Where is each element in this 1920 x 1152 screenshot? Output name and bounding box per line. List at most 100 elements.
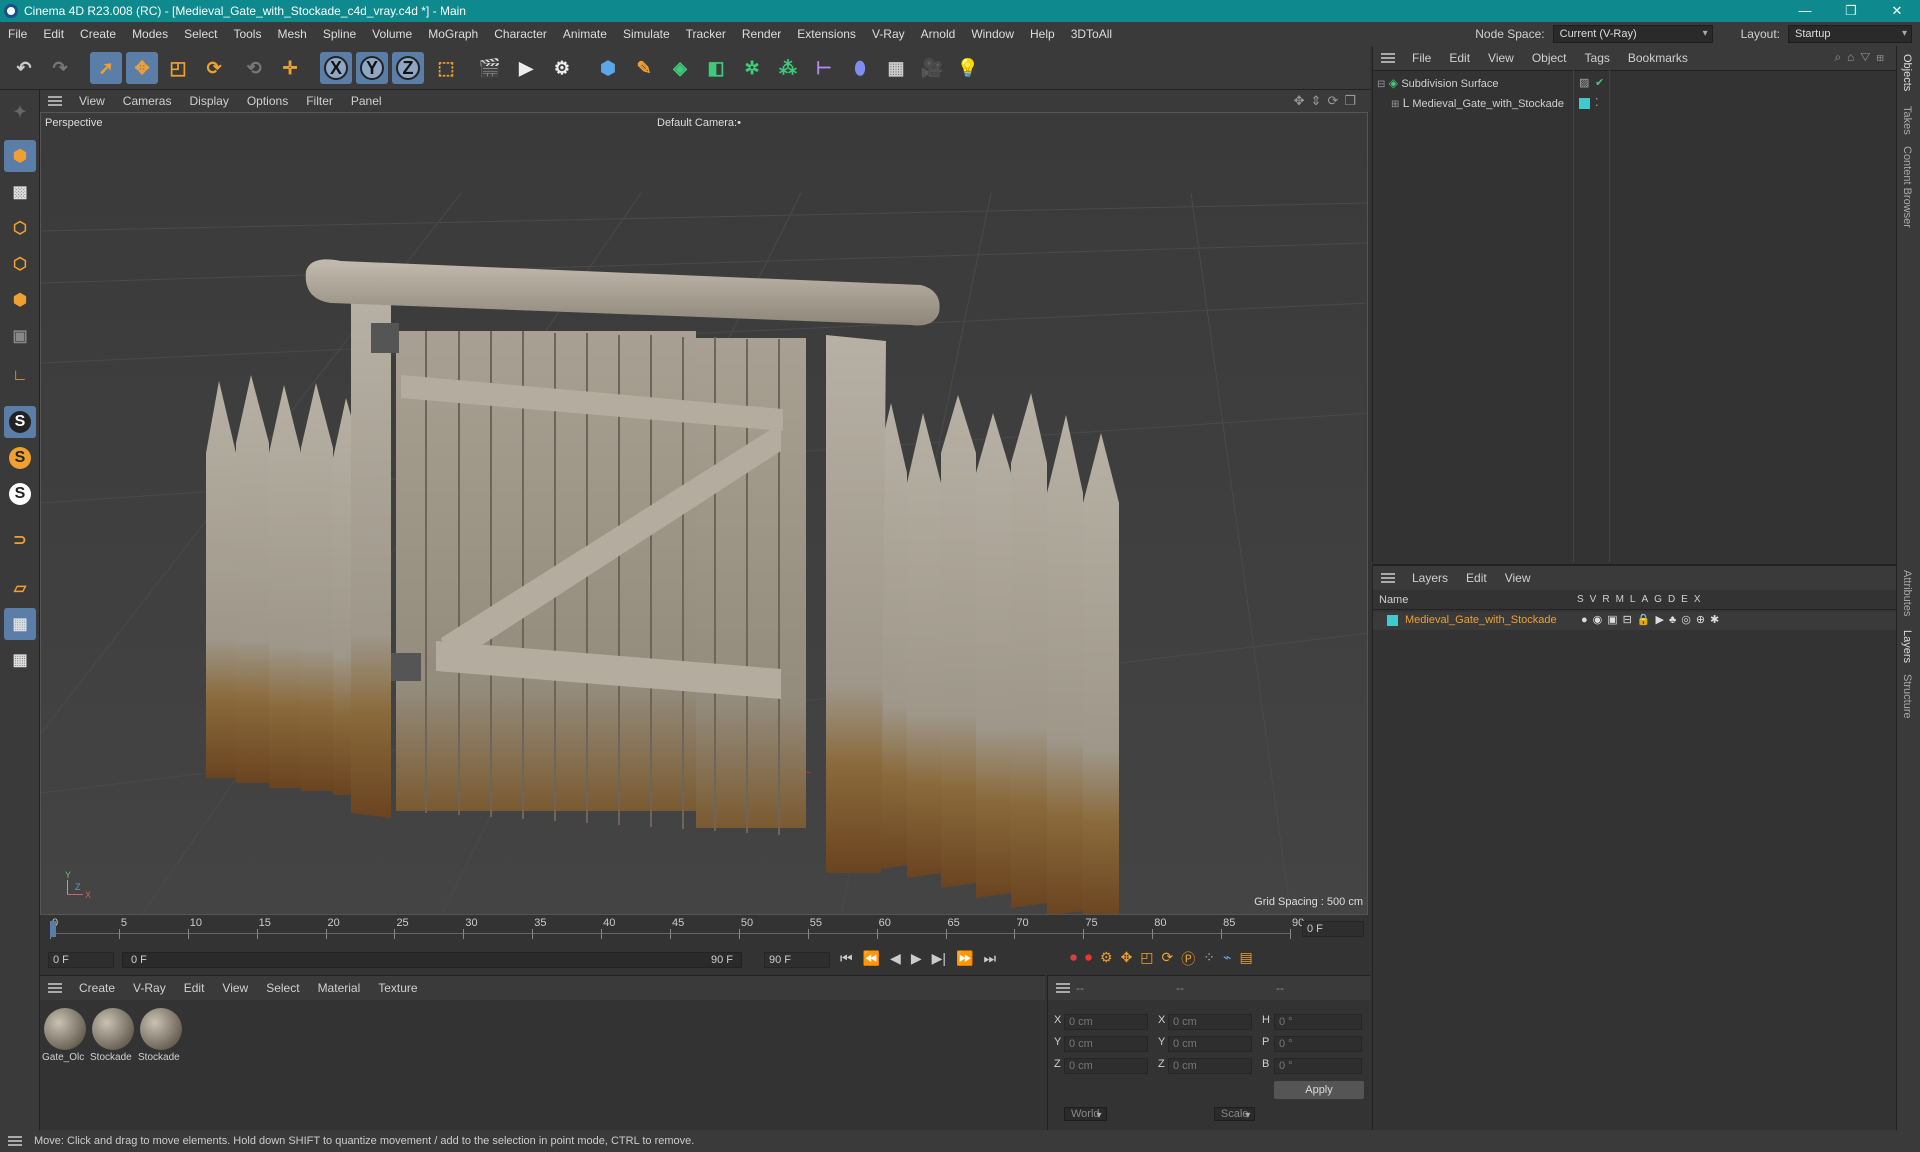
layer-col-r[interactable]: R <box>1602 594 1609 605</box>
polygons-mode-icon[interactable]: ⬢ <box>4 284 36 316</box>
quantize-button[interactable]: S <box>4 478 36 510</box>
material-menu-icon[interactable] <box>48 983 62 993</box>
menu-volume[interactable]: Volume <box>364 27 420 41</box>
recent-tool-icon[interactable]: ⟲ <box>238 52 270 84</box>
menu-animate[interactable]: Animate <box>555 27 615 41</box>
subdivision-icon[interactable]: ◈ <box>664 52 696 84</box>
next-key-icon[interactable]: ⏩ <box>956 950 973 967</box>
layer-name[interactable]: Medieval_Gate_with_Stockade <box>1405 614 1557 626</box>
prev-key-icon[interactable]: ⏪ <box>863 950 880 967</box>
menu-tracker[interactable]: Tracker <box>678 27 734 41</box>
key-scale-icon[interactable]: ◰ <box>1140 949 1153 969</box>
next-frame-icon[interactable]: ▶| <box>932 950 946 967</box>
deformer-icon[interactable]: ⊢ <box>808 52 840 84</box>
goto-end-icon[interactable]: ⏭ <box>983 950 996 967</box>
obj-menu-bookmarks[interactable]: Bookmarks <box>1619 51 1697 65</box>
enabled-check-icon[interactable]: ✔ <box>1595 76 1604 89</box>
obj-panel-icons[interactable]: ⌕⌂▽⊞ <box>1834 50 1890 65</box>
render-picture-viewer-icon[interactable]: ▶ <box>510 52 542 84</box>
uv-mode-icon[interactable]: ▣ <box>4 320 36 352</box>
node-space-select[interactable]: Current (V-Ray) <box>1552 25 1713 43</box>
timeline-icon[interactable]: ⌁ <box>1223 949 1231 969</box>
menu-modes[interactable]: Modes <box>124 27 176 41</box>
model-mode-icon[interactable]: ⬢ <box>4 140 36 172</box>
menu-extensions[interactable]: Extensions <box>789 27 864 41</box>
mat-menu-select[interactable]: Select <box>257 981 308 995</box>
vp-menu-display[interactable]: Display <box>180 94 237 108</box>
layer-col-l[interactable]: L <box>1630 594 1636 605</box>
menu-character[interactable]: Character <box>486 27 555 41</box>
tab-objects[interactable]: Objects <box>1901 54 1913 91</box>
rotation-b-field[interactable]: 0 ° <box>1274 1058 1362 1074</box>
layer-menu-layers[interactable]: Layers <box>1403 571 1457 585</box>
coord-mode-select[interactable]: World <box>1064 1107 1107 1121</box>
position-y-field[interactable]: 0 cm <box>1064 1036 1148 1052</box>
layer-menu-icon[interactable] <box>1381 573 1395 583</box>
layout-select[interactable]: Startup <box>1788 25 1912 43</box>
grid-icon[interactable]: ▦ <box>4 608 36 640</box>
current-frame-field[interactable]: 0 F <box>1302 921 1364 937</box>
maximize-button[interactable]: ❐ <box>1828 0 1874 22</box>
mat-menu-texture[interactable]: Texture <box>369 981 426 995</box>
menu-help[interactable]: Help <box>1022 27 1063 41</box>
coordinate-tool-icon[interactable]: ✛ <box>274 52 306 84</box>
vp-menu-options[interactable]: Options <box>238 94 297 108</box>
select-tool-icon[interactable]: ➚ <box>90 52 122 84</box>
minimize-button[interactable]: — <box>1782 0 1828 22</box>
key-param-icon[interactable]: Ⓟ <box>1181 949 1195 969</box>
cloner-icon[interactable]: ✲ <box>736 52 768 84</box>
move-tool-icon[interactable]: ✥ <box>126 52 158 84</box>
layer-col-g[interactable]: G <box>1654 594 1662 605</box>
menu-edit[interactable]: Edit <box>35 27 72 41</box>
menu-window[interactable]: Window <box>963 27 1022 41</box>
workplane-icon[interactable]: ▱ <box>4 572 36 604</box>
position-x-field[interactable]: 0 cm <box>1064 1014 1148 1030</box>
tab-content-browser[interactable]: Content Browser <box>1901 146 1913 228</box>
menu-spline[interactable]: Spline <box>315 27 364 41</box>
frame-range-slider[interactable]: 0 F 90 F <box>122 952 742 968</box>
material-item[interactable]: Stockade <box>138 1006 184 1070</box>
pen-spline-icon[interactable]: ✎ <box>628 52 660 84</box>
coords-menu-icon[interactable] <box>1056 983 1070 993</box>
render-view-icon[interactable]: 🎬 <box>474 52 506 84</box>
menu-create[interactable]: Create <box>72 27 124 41</box>
cube-icon[interactable]: ⬢ <box>592 52 624 84</box>
coord-size-select[interactable]: Scale <box>1213 1107 1256 1121</box>
obj-menu-object[interactable]: Object <box>1523 51 1576 65</box>
tree-item[interactable]: ⊟ ◈ Subdivision Surface ▨ ✔ <box>1377 76 1877 94</box>
size-z-field[interactable]: 0 cm <box>1168 1058 1252 1074</box>
menu-3dtoall[interactable]: 3DToAll <box>1063 27 1120 41</box>
timeline-ruler[interactable]: 051015202530354045505560657075808590 0 F <box>40 915 1370 947</box>
scale-tool-icon[interactable]: ◰ <box>162 52 194 84</box>
status-menu-icon[interactable] <box>8 1136 22 1146</box>
size-x-field[interactable]: 0 cm <box>1168 1014 1252 1030</box>
tab-takes[interactable]: Takes <box>1901 106 1913 135</box>
locked-workplane-icon[interactable]: ▦ <box>4 644 36 676</box>
tree-item[interactable]: ⊞ L Medieval_Gate_with_Stockade ⁚ <box>1391 96 1891 114</box>
material-item[interactable]: Gate_Olc <box>42 1006 88 1070</box>
menu-tools[interactable]: Tools <box>225 27 269 41</box>
extrude-icon[interactable]: ◧ <box>700 52 732 84</box>
mograph-icon[interactable]: ⁂ <box>772 52 804 84</box>
texture-mode-icon[interactable]: ▩ <box>4 176 36 208</box>
prev-frame-icon[interactable]: ◀ <box>890 950 901 967</box>
record-keys-icon[interactable]: ⏺ <box>1070 949 1077 969</box>
menu-simulate[interactable]: Simulate <box>615 27 678 41</box>
menu-mesh[interactable]: Mesh <box>269 27 314 41</box>
close-button[interactable]: ✕ <box>1874 0 1920 22</box>
vp-menu-cameras[interactable]: Cameras <box>114 94 181 108</box>
layer-col-v[interactable]: V <box>1590 594 1597 605</box>
menu-vray[interactable]: V-Ray <box>864 27 913 41</box>
axis-mode-icon[interactable]: ∟ <box>4 360 36 392</box>
field-icon[interactable]: ⬮ <box>844 52 876 84</box>
layer-color-swatch[interactable] <box>1387 615 1398 626</box>
mat-menu-vray[interactable]: V-Ray <box>124 981 175 995</box>
expand-icon[interactable]: ⊞ <box>1391 99 1399 110</box>
light-icon[interactable]: 💡 <box>952 52 984 84</box>
vp-menu-view[interactable]: View <box>70 94 114 108</box>
rotate-tool-icon[interactable]: ⟳ <box>198 52 230 84</box>
vp-menu-filter[interactable]: Filter <box>297 94 342 108</box>
material-item[interactable]: Stockade <box>90 1006 136 1070</box>
floor-icon[interactable]: ▦ <box>880 52 912 84</box>
render-settings-icon[interactable]: ⚙ <box>546 52 578 84</box>
